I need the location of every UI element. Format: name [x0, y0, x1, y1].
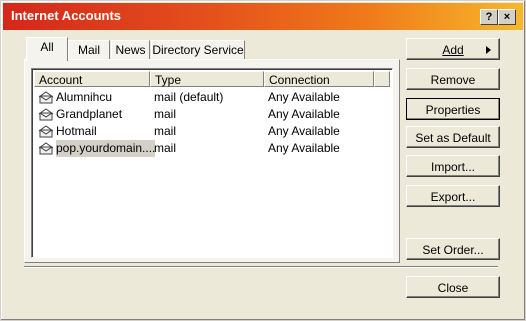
- tab-mail[interactable]: Mail: [68, 40, 110, 60]
- mail-account-icon: [38, 142, 54, 155]
- submenu-arrow-icon: [486, 46, 491, 54]
- account-name: Hotmail: [56, 124, 97, 138]
- account-connection: Any Available: [268, 107, 340, 121]
- mail-account-icon: [38, 125, 54, 138]
- account-connection: Any Available: [268, 90, 340, 104]
- close-button[interactable]: Close: [406, 276, 500, 298]
- tab-directory-service[interactable]: Directory Service: [151, 40, 245, 60]
- add-label: Add: [442, 43, 464, 57]
- table-row[interactable]: Alumnihcu mail (default) Any Available: [34, 89, 389, 106]
- divider: [24, 266, 498, 268]
- export-button[interactable]: Export...: [406, 185, 500, 207]
- window-title: Internet Accounts: [11, 8, 122, 23]
- set-as-default-button[interactable]: Set as Default: [406, 126, 500, 148]
- table-row[interactable]: Hotmail mail Any Available: [34, 123, 389, 140]
- close-window-button[interactable]: ×: [498, 9, 516, 25]
- column-header-spacer: [374, 71, 390, 87]
- tab-news[interactable]: News: [111, 40, 150, 60]
- title-bar[interactable]: Internet Accounts ? ×: [3, 3, 523, 30]
- tab-all[interactable]: All: [26, 37, 68, 61]
- account-type: mail: [154, 107, 177, 121]
- import-button[interactable]: Import...: [406, 155, 500, 177]
- account-type: mail: [154, 124, 177, 138]
- properties-button[interactable]: Properties: [406, 98, 500, 120]
- help-button[interactable]: ?: [480, 9, 498, 25]
- account-name: Grandplanet: [56, 107, 123, 121]
- column-header-account[interactable]: Account: [34, 71, 150, 87]
- column-header-connection[interactable]: Connection: [264, 71, 374, 87]
- table-row[interactable]: pop.yourdomain.... mail Any Available: [34, 140, 389, 157]
- set-order-button[interactable]: Set Order...: [406, 238, 500, 260]
- account-name: pop.yourdomain....: [56, 140, 156, 157]
- add-button[interactable]: Add: [406, 38, 500, 60]
- remove-button[interactable]: Remove: [406, 68, 500, 90]
- column-header-type[interactable]: Type: [150, 71, 264, 87]
- account-connection: Any Available: [268, 124, 340, 138]
- account-type: mail (default): [154, 90, 224, 104]
- account-name: Alumnihcu: [56, 90, 113, 104]
- mail-account-icon: [38, 108, 54, 121]
- account-connection: Any Available: [268, 141, 340, 155]
- accounts-list[interactable]: Account Type Connection Alumnihcu mail (d…: [31, 68, 393, 258]
- mail-account-icon: [38, 91, 54, 104]
- account-type: mail: [154, 141, 177, 155]
- table-row[interactable]: Grandplanet mail Any Available: [34, 106, 389, 123]
